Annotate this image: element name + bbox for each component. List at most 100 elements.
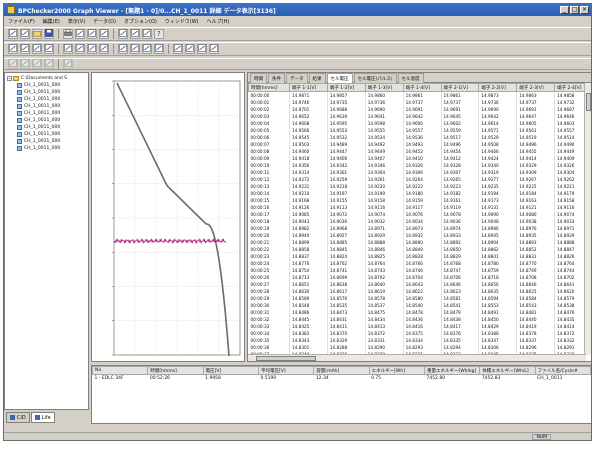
- table-button[interactable]: [118, 44, 128, 54]
- table-row[interactable]: 00:00:29 14.8589 14.8576 14.8578 14.8580 14.8…: [248, 294, 591, 302]
- scale-button[interactable]: [87, 44, 97, 54]
- minimize-button[interactable]: _: [560, 6, 569, 14]
- summary-column-header[interactable]: 容量[mAh]: [313, 366, 370, 375]
- table-row[interactable]: 00:00:05 14.9566 14.9553 14.9555 14.9557 14.9…: [248, 126, 591, 134]
- discharge-graph[interactable]: [92, 73, 246, 363]
- marker-button[interactable]: [209, 44, 219, 54]
- bar-chart-button[interactable]: [8, 29, 18, 39]
- menu-window[interactable]: ウィンドウ(W): [165, 18, 199, 25]
- summary-column-header[interactable]: ファイル名/Cycle#: [534, 366, 591, 375]
- summary-column-header[interactable]: 電圧[V]: [202, 366, 259, 375]
- table-row[interactable]: 00:00:10 14.9356 14.9342 14.9346 14.9326 14.9…: [248, 161, 591, 169]
- tree-item[interactable]: CH_1_0011_000: [7, 138, 86, 145]
- scale-button[interactable]: [63, 44, 73, 54]
- grid-button[interactable]: [173, 44, 183, 54]
- data-tab[interactable]: 時間: [250, 73, 267, 83]
- column-header[interactable]: 端子 1-1[V]: [289, 83, 328, 92]
- menu-file[interactable]: ファイル(F): [8, 18, 35, 25]
- axis-button[interactable]: [44, 44, 54, 54]
- table-row[interactable]: 00:00:07 14.9503 14.9489 14.9492 14.9493 14.9…: [248, 140, 591, 148]
- left-button[interactable]: [8, 59, 18, 69]
- tree-item[interactable]: CH_1_0011_000: [7, 124, 86, 131]
- tab-cld[interactable]: ClD: [6, 412, 30, 423]
- summary-column-header[interactable]: 時間[hmms]: [147, 366, 204, 375]
- right-button[interactable]: [20, 59, 30, 69]
- collapse-icon[interactable]: −: [7, 76, 12, 81]
- table-row[interactable]: 00:00:22 14.8858 14.8845 14.8846 14.8849 14.8…: [248, 245, 591, 253]
- marker-button[interactable]: [197, 44, 207, 54]
- close-button[interactable]: ×: [580, 6, 589, 14]
- column-header[interactable]: 端子 2-2[V]: [478, 83, 518, 92]
- table-row[interactable]: 00:00:09 14.9418 14.9406 14.9407 14.9410 14.9…: [248, 154, 591, 162]
- table-row[interactable]: 00:00:18 14.9043 14.9030 14.9032 14.9034 14.9…: [248, 217, 591, 225]
- menu-data[interactable]: データ(D): [93, 18, 116, 25]
- table-row[interactable]: 00:00:12 14.9272 14.9259 14.9261 14.9264 14.9…: [248, 175, 591, 183]
- open-button[interactable]: [32, 29, 42, 39]
- down-button[interactable]: [44, 59, 54, 69]
- marker-button[interactable]: [185, 44, 195, 54]
- vertical-scrollbar[interactable]: [584, 83, 591, 355]
- summary-table[interactable]: No 時間[hmms] 電圧[V] 平均電圧[V] 容量[mAh] エネルギー[Wh] 重量…: [92, 366, 591, 383]
- table-button[interactable]: [130, 44, 140, 54]
- summary-column-header[interactable]: 体積エネルギー[Wh/L]: [479, 366, 536, 375]
- zoom-out-button[interactable]: [20, 44, 30, 54]
- table-row[interactable]: 00:00:33 14.8425 14.8411 14.8413 14.8416 14.8…: [248, 322, 591, 330]
- column-header[interactable]: 時間[hmms]: [248, 83, 290, 92]
- paste-button[interactable]: [99, 29, 109, 39]
- table-row[interactable]: 00:00:03 14.9652 14.9639 14.9641 14.9642 14.9…: [248, 112, 591, 120]
- scale-button[interactable]: [75, 44, 85, 54]
- table-row[interactable]: 00:00:31 14.8486 14.8473 14.8475 14.8478 14.8…: [248, 308, 591, 316]
- scroll-thumb[interactable]: [586, 93, 591, 111]
- table-row[interactable]: 00:00:08 14.9460 14.9447 14.9449 14.9452 14.9…: [248, 147, 591, 155]
- table-row[interactable]: 00:00:25 14.8754 14.8741 14.8743 14.8746 14.8…: [248, 266, 591, 274]
- graph-panel[interactable]: [91, 72, 245, 362]
- table-row[interactable]: 00:00:20 14.8940 14.8927 14.8929 14.8932 14.8…: [248, 231, 591, 239]
- tree-root[interactable]: − C:\Documents and S: [7, 75, 86, 82]
- table-button[interactable]: [130, 29, 140, 39]
- data-tab[interactable]: セル電圧: [326, 73, 353, 83]
- tree-item[interactable]: CH_1_0011_000: [7, 96, 86, 103]
- data-tab[interactable]: データ: [286, 73, 308, 83]
- table-row[interactable]: 00:00:27 14.8651 14.8638 14.8640 14.8643 14.8…: [248, 280, 591, 288]
- summary-row[interactable]: 1 - EDLC 34F 00:52:26 1.9958 0.5190 12.34 0.7…: [93, 375, 591, 383]
- column-header[interactable]: 端子 1-4[V]: [402, 83, 442, 92]
- data-table[interactable]: 時間[hmms] 端子 1-1[V] 端子 1-2[V] 端子 1-3[V] 端子 1-…: [248, 83, 591, 361]
- column-header[interactable]: 端子 1-3[V]: [364, 83, 404, 92]
- data-tab[interactable]: セル温度: [397, 73, 424, 83]
- summary-column-header[interactable]: 平均電圧[V]: [257, 366, 315, 375]
- summary-column-header[interactable]: No: [92, 366, 149, 375]
- table-row[interactable]: 00:00:17 14.9085 14.9072 14.9074 14.9076 14.9…: [248, 210, 591, 218]
- table-row[interactable]: 00:00:13 14.9231 14.9218 14.9220 14.9222 14.9…: [248, 182, 591, 190]
- data-tab[interactable]: セル電圧(パルス): [353, 73, 397, 83]
- scroll-thumb[interactable]: [256, 356, 316, 361]
- table-row[interactable]: 00:00:32 14.8445 14.8431 14.8434 14.8436 14.8…: [248, 315, 591, 323]
- tab-life[interactable]: Life: [30, 412, 55, 423]
- tree-item[interactable]: CH_1_0011_000: [7, 145, 86, 152]
- save-button[interactable]: [44, 29, 54, 39]
- tree-item[interactable]: CH_1_0011_000: [7, 103, 86, 110]
- horizontal-scrollbar[interactable]: [248, 354, 586, 361]
- table-row[interactable]: 00:00:36 14.8301 14.8288 14.8290 14.8293 14.8…: [248, 343, 591, 351]
- table-row[interactable]: 00:00:02 14.9701 14.9688 14.9690 14.9691 14.9…: [248, 105, 591, 113]
- table-row[interactable]: 00:00:26 14.8713 14.8699 14.8702 14.8704 14.8…: [248, 273, 591, 281]
- export-button[interactable]: [118, 29, 128, 39]
- summary-column-header[interactable]: エネルギー[Wh]: [368, 366, 425, 375]
- print-button[interactable]: [63, 29, 73, 39]
- up-button[interactable]: [32, 59, 42, 69]
- table-row[interactable]: 00:00:35 14.8343 14.8329 14.8331 14.8334 14.8…: [248, 336, 591, 344]
- table-row[interactable]: 00:00:11 14.9314 14.9301 14.9304 14.9306 14.9…: [248, 168, 591, 176]
- column-header[interactable]: 端子 2-3[V]: [516, 83, 556, 92]
- menu-help[interactable]: ヘルプ(H): [207, 18, 230, 25]
- data-tab[interactable]: 条件: [268, 73, 285, 83]
- grid-button[interactable]: [154, 44, 164, 54]
- table-row[interactable]: 00:00:19 14.8982 14.8968 14.8971 14.8973 14.8…: [248, 224, 591, 232]
- column-header[interactable]: 端子 1-2[V]: [326, 83, 366, 92]
- axis-button[interactable]: [32, 44, 42, 54]
- menu-options[interactable]: オプション(O): [124, 18, 157, 25]
- table-row[interactable]: 00:00:06 14.9545 14.9532 14.9534 14.9536 14.9…: [248, 133, 591, 141]
- help-button[interactable]: ?: [154, 29, 164, 39]
- chart-button[interactable]: [20, 29, 30, 39]
- table-row[interactable]: 00:00:04 14.9608 14.9595 14.9598 14.9600 14.9…: [248, 119, 591, 127]
- table-row[interactable]: 00:00:15 14.9168 14.9155 14.9158 14.9159 14.9…: [248, 196, 591, 204]
- cursor-button[interactable]: [99, 44, 109, 54]
